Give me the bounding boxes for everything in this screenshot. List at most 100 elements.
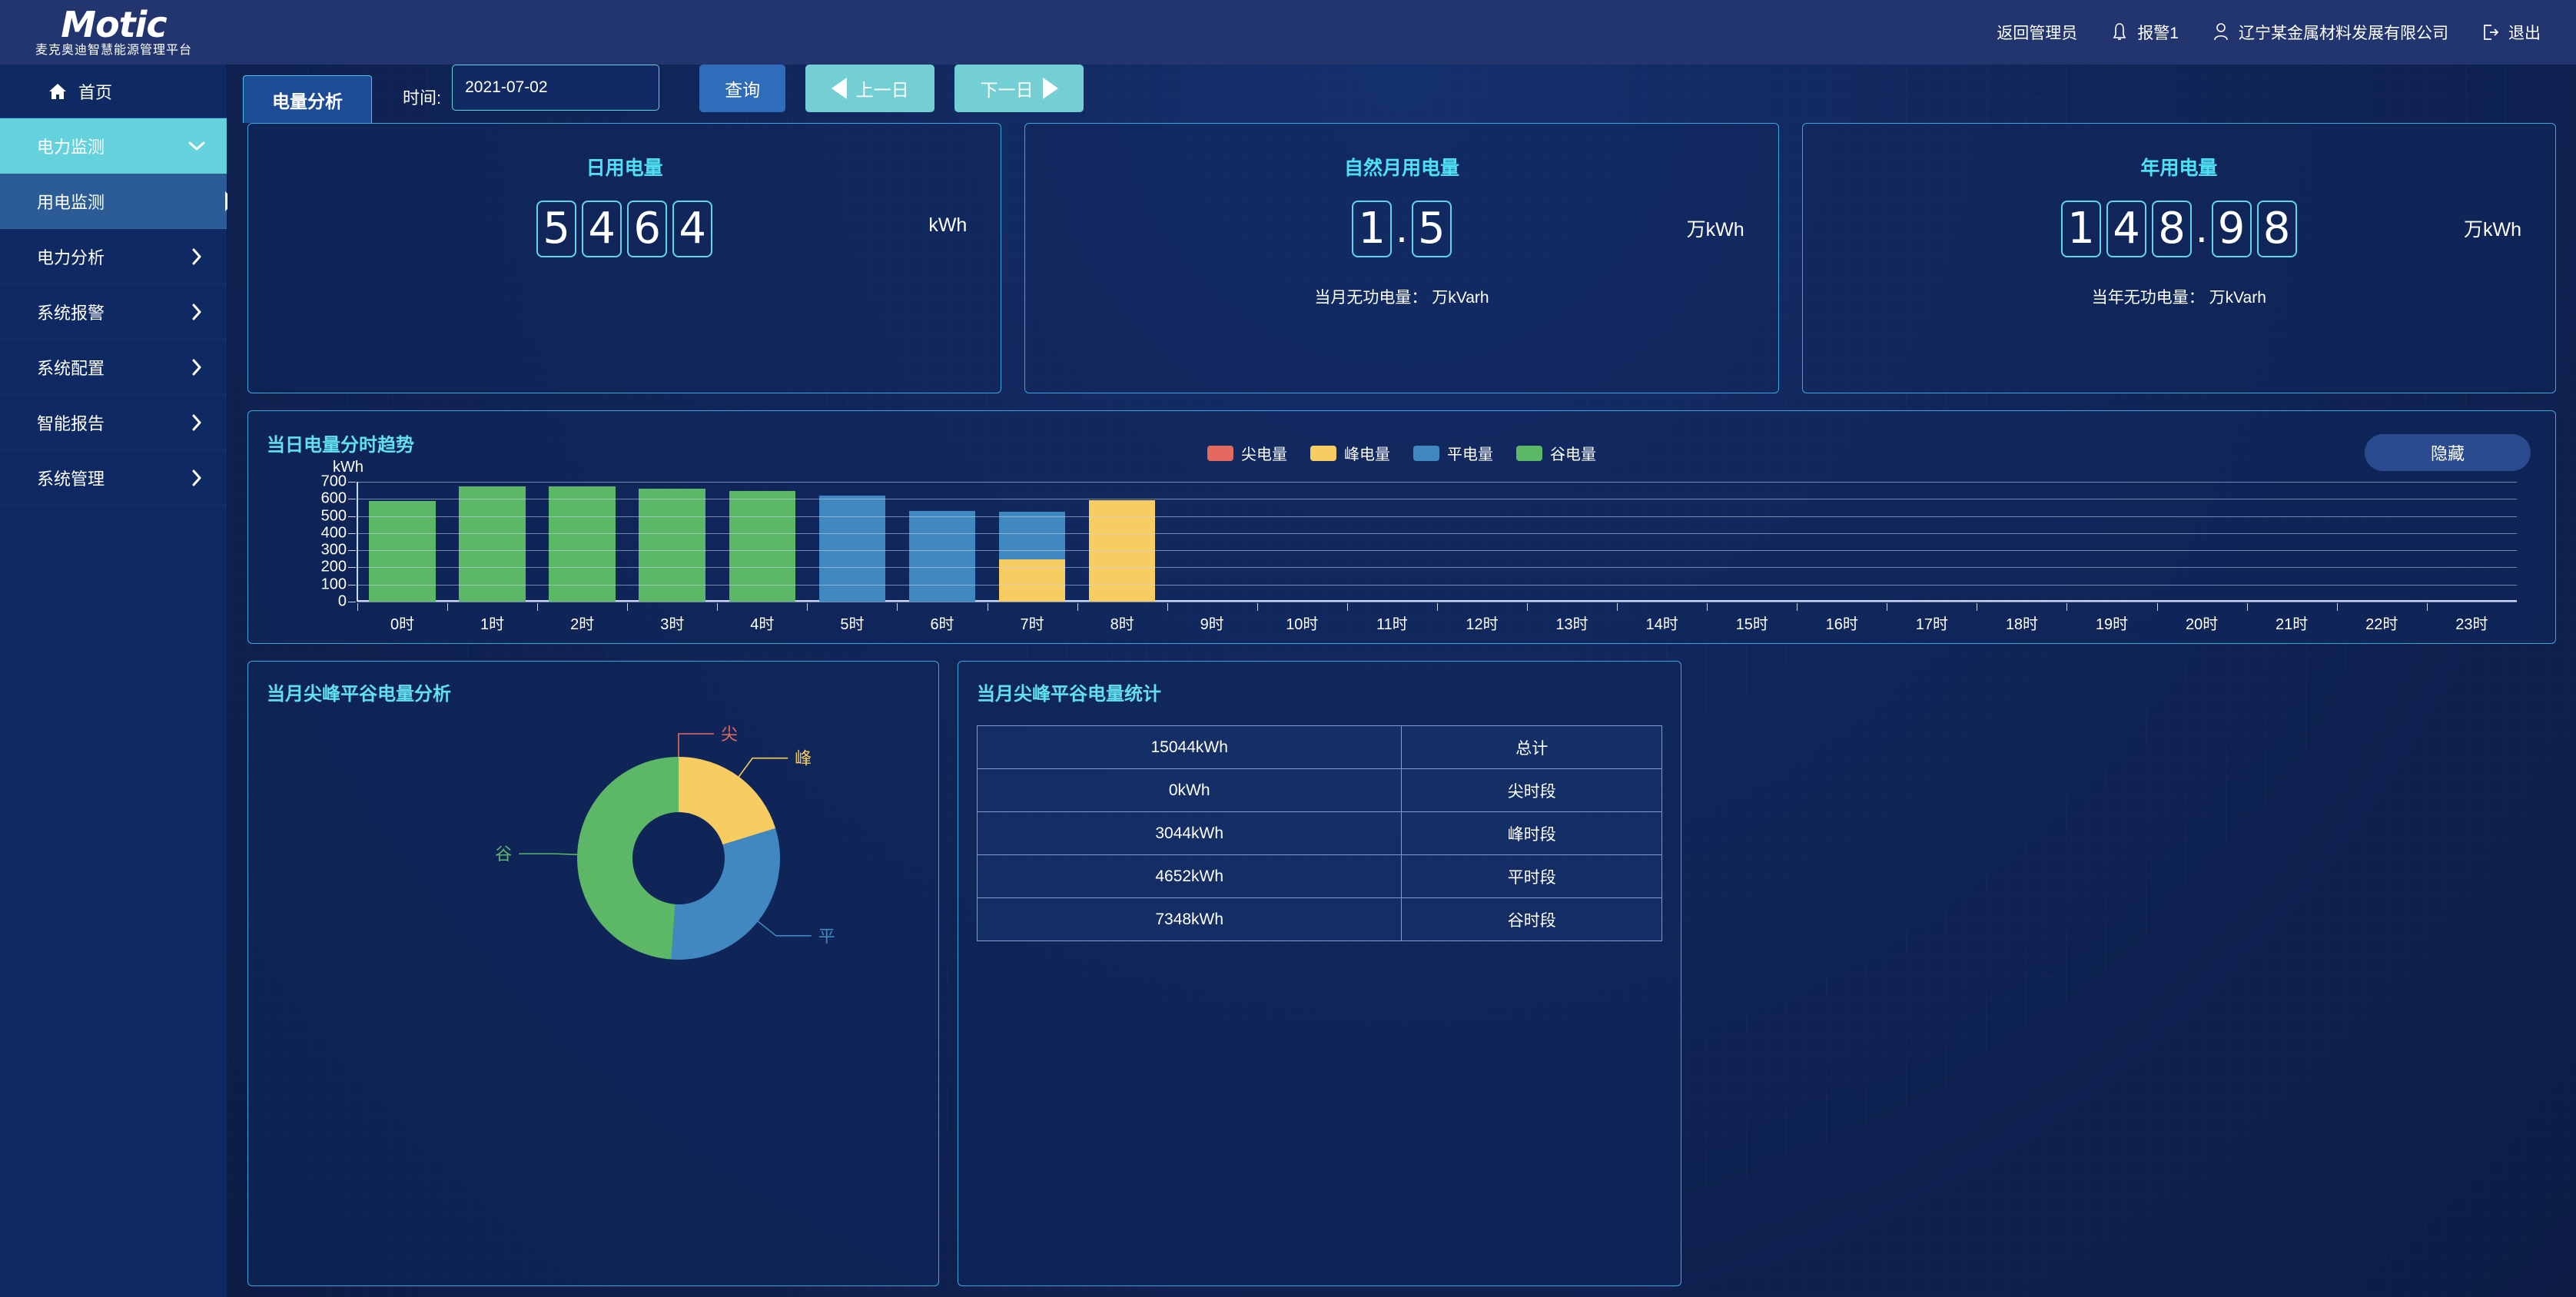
sidebar-item-system-config[interactable]: 系统配置 [0,340,227,395]
kpi-row: 日用电量 5464 kWh 自然月用电量 1.5 万kWh 当月无功电量： 万k… [247,123,2556,393]
bar-slot[interactable]: 5时 [807,482,897,633]
kpi-daily-unit: kWh [928,214,968,236]
bar-segment [998,559,1066,602]
bar-slot[interactable]: 12时 [1436,482,1527,633]
x-tick-label: 10时 [1286,616,1319,633]
legend-item[interactable]: 谷电量 [1516,442,1596,464]
bar-slot[interactable]: 14时 [1617,482,1707,633]
bar-column [818,482,886,602]
date-input[interactable] [452,65,660,111]
bar-column [639,482,706,602]
bar-slot[interactable]: 15时 [1707,482,1797,633]
bar-slot[interactable]: 4时 [717,482,807,633]
query-button[interactable]: 查询 [699,65,786,112]
table-row: 0kWh 尖时段 [976,768,1662,812]
bar-slot[interactable]: 3时 [627,482,717,633]
x-tick-mark [1797,603,1798,611]
y-tick-label: 400 [320,524,347,542]
kpi-digit: 1 [2061,201,2102,257]
bar-column [2438,482,2505,602]
bar-segment [908,510,976,602]
bar-column [1359,482,1426,602]
x-tick-label: 14时 [1645,616,1678,633]
x-tick-mark [1167,603,1168,611]
kpi-card-daily: 日用电量 5464 kWh [247,123,1002,393]
time-label: 时间: [403,88,442,108]
bar-slot[interactable]: 17时 [1887,482,1977,633]
bar-slot[interactable]: 7时 [987,482,1077,633]
bar-slot[interactable]: 9时 [1167,482,1257,633]
next-day-button[interactable]: 下一日 [954,65,1084,112]
kpi-digit: 8 [2256,201,2297,257]
bar-slot[interactable]: 18时 [1977,482,2066,633]
bar-slot[interactable]: 21时 [2246,482,2337,633]
bottom-row: 当月尖峰平谷电量分析 尖峰平 谷 当月尖峰平谷电量统计 15044kWh 总计 0kW… [247,661,2556,1286]
sidebar-item-electricity-monitoring[interactable]: 用电监测 [0,174,235,229]
x-tick-label: 21时 [2276,616,2309,633]
gridline [357,516,2517,517]
x-tick-mark [1527,603,1529,611]
monthly-donut-panel: 当月尖峰平谷电量分析 尖峰平 谷 [247,661,939,1286]
bar-slot[interactable]: 13时 [1527,482,1617,633]
bar-slot[interactable]: 20时 [2156,482,2247,633]
bar-column [1989,482,2056,602]
x-tick-label: 4时 [750,616,775,633]
sidebar-item-power-analysis[interactable]: 电力分析 [0,229,227,284]
bar-slot[interactable]: 0时 [357,482,447,633]
kpi-month-title: 自然月用电量 [1343,158,1459,179]
bar-column [2259,482,2325,602]
x-tick-mark [1617,603,1618,611]
donut-slice[interactable] [577,757,679,960]
y-tick-mark [348,532,356,534]
legend-item[interactable]: 平电量 [1413,442,1493,464]
bar-slot[interactable]: 1时 [447,482,537,633]
monthly-stats-body: 15044kWh 总计 0kWh 尖时段 3044kWh 峰时段 4652kWh 平时段 734… [976,725,1662,941]
donut-slice[interactable] [671,828,780,960]
next-day-label: 下一日 [980,80,1034,100]
sidebar-item-power-monitoring[interactable]: 电力监测 [0,118,227,174]
back-to-admin-button[interactable]: 返回管理员 [1997,21,2077,44]
sidebar-item-system-alarm[interactable]: 系统报警 [0,284,227,340]
logout-button[interactable]: 退出 [2481,21,2541,44]
table-cell-value: 4652kWh [976,854,1403,898]
sidebar-item-home[interactable]: 首页 [0,65,227,118]
x-tick-mark [447,603,449,611]
home-icon [48,82,68,101]
hourly-trend-plot-wrap: kWh 0时 1时 2时 3时 4时 5时 6时 7时 8时 9时 10时 11时 12时 13时 14时 1… [267,459,2537,637]
bar-slot[interactable]: 2时 [537,482,627,633]
x-tick-mark [2246,603,2248,611]
legend-label: 谷电量 [1550,446,1596,463]
tab-energy-analysis[interactable]: 电量分析 [243,75,372,123]
x-tick-label: 20时 [2185,616,2219,633]
bar-slot[interactable]: 16时 [1797,482,1887,633]
alarm-button[interactable]: 报警1 [2110,21,2179,44]
bar-slot[interactable]: 11时 [1346,482,1437,633]
sidebar-item-smart-report[interactable]: 智能报告 [0,395,227,450]
bar-slot[interactable]: 8时 [1077,482,1167,633]
prev-day-button[interactable]: 上一日 [805,65,935,112]
bar-slot[interactable]: 10时 [1256,482,1347,633]
legend-item[interactable]: 峰电量 [1310,442,1390,464]
x-tick-mark [1077,603,1078,611]
sidebar-item-system-management[interactable]: 系统管理 [0,450,227,506]
decimal-point: . [1396,203,1408,251]
x-tick-mark [1346,603,1348,611]
legend-item[interactable]: 尖电量 [1207,442,1287,464]
brand-logo[interactable]: Motic 麦克奥迪智慧能源管理平台 [0,0,227,65]
y-tick-label: 600 [320,489,347,507]
x-tick-label: 17时 [1915,616,1948,633]
logout-icon [2481,22,2501,43]
company-account[interactable]: 辽宁某金属材料发展有限公司 [2211,21,2448,44]
kpi-month-unit: 万kWh [1686,219,1744,240]
bar-slot[interactable]: 23时 [2426,482,2517,633]
x-tick-mark [897,603,898,611]
x-tick-mark [2336,603,2338,611]
y-tick-label: 300 [320,541,347,559]
bar-slot[interactable]: 19时 [2066,482,2156,633]
bar-slot[interactable]: 22时 [2336,482,2427,633]
hourly-trend-title: 当日电量分时趋势 [267,434,414,456]
donut-slice[interactable] [679,757,776,845]
bar-slot[interactable]: 6时 [897,482,987,633]
header-actions: 返回管理员 报警1 辽宁某金属材料发展有限公司 退出 [1997,21,2576,44]
kpi-year-value: 148.98 [2061,201,2297,257]
